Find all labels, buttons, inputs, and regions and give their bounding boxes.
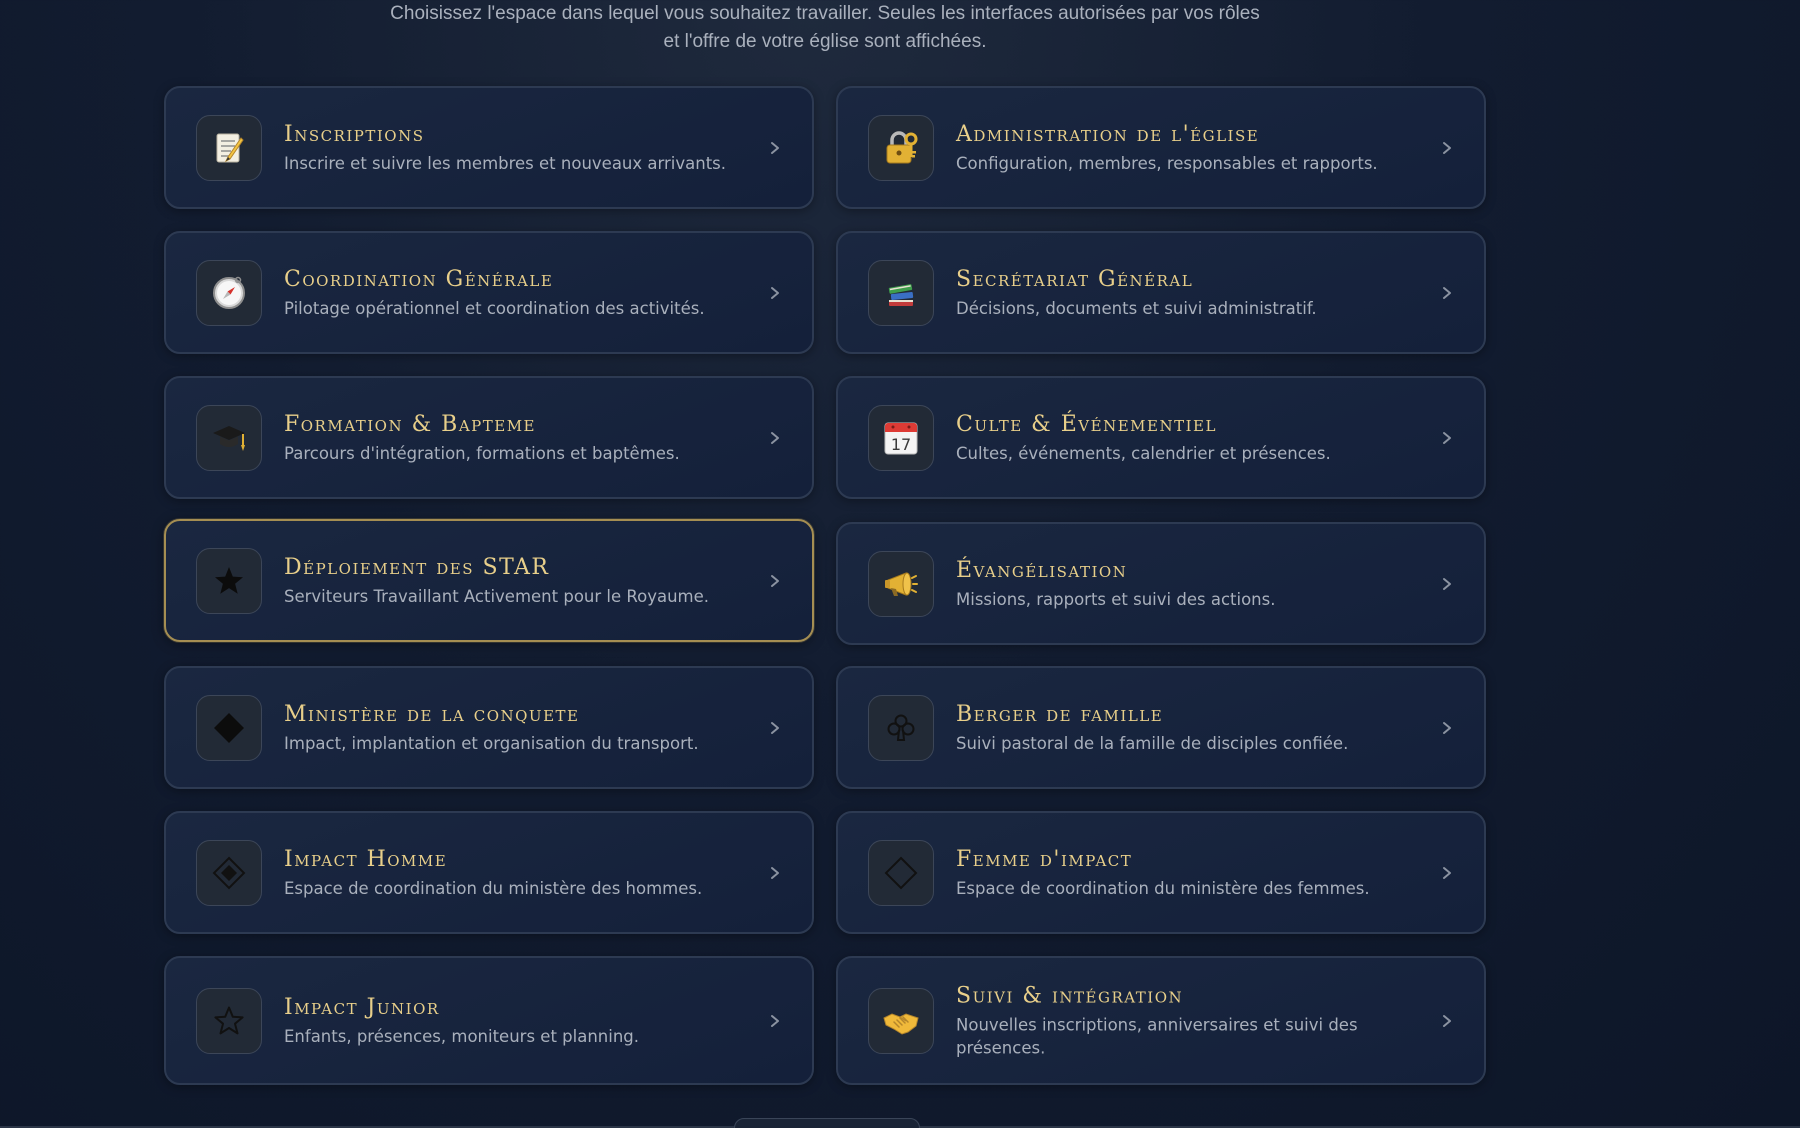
space-title: Administration de l'église	[956, 121, 1260, 147]
chevron-right-icon	[771, 866, 779, 879]
space-card-suivi-integration[interactable]: Suivi & intégration Nouvelles inscriptio…	[836, 956, 1486, 1085]
space-title: Déploiement des STAR	[284, 554, 550, 580]
chevron-right-icon	[771, 574, 779, 587]
space-description: Suivi pastoral de la famille de disciple…	[956, 733, 1349, 753]
chevron-right-icon	[1443, 141, 1451, 154]
chevron-right-icon	[1443, 721, 1451, 734]
space-title: Inscriptions	[284, 121, 425, 147]
handshake-icon	[868, 987, 934, 1054]
space-description: Cultes, événements, calendrier et présen…	[956, 443, 1331, 463]
space-description: Configuration, membres, responsables et …	[956, 153, 1378, 173]
space-card-administration[interactable]: Administration de l'église Configuration…	[836, 86, 1486, 209]
graduation-cap-icon	[196, 404, 262, 471]
space-card-culte[interactable]: 17 Culte & Événementiel Cultes, événemen…	[836, 376, 1486, 499]
space-description: Inscrire et suivre les membres et nouvea…	[284, 153, 727, 173]
space-description: Pilotage opérationnel et coordination de…	[284, 298, 705, 318]
space-card-formation[interactable]: Formation & Bapteme Parcours d'intégrati…	[164, 376, 814, 499]
space-card-inscriptions[interactable]: Inscriptions Inscrire et suivre les memb…	[164, 86, 814, 209]
space-title: Femme d'impact	[956, 846, 1133, 872]
megaphone-icon	[868, 550, 934, 617]
diamond-dot-icon	[196, 839, 262, 906]
space-card-impact-junior[interactable]: Impact Junior Enfants, présences, monite…	[164, 956, 814, 1085]
space-card-conquete[interactable]: Ministère de la conquete Impact, implant…	[164, 666, 814, 789]
bottom-panel-tab[interactable]	[734, 1118, 920, 1128]
space-title: Évangélisation	[956, 557, 1128, 583]
chevron-right-icon	[1443, 577, 1451, 590]
books-icon	[868, 259, 934, 326]
space-card-coordination[interactable]: Coordination Générale Pilotage opération…	[164, 231, 814, 354]
space-description: Parcours d'intégration, formations et ba…	[284, 443, 680, 463]
space-title: Ministère de la conquete	[284, 701, 580, 727]
lock-key-icon	[868, 114, 934, 181]
space-card-evangelisation[interactable]: Évangélisation Missions, rapports et sui…	[836, 522, 1486, 645]
club-icon	[868, 694, 934, 761]
space-description: Décisions, documents et suivi administra…	[956, 298, 1317, 318]
star-outline-icon	[196, 987, 262, 1054]
space-card-impact-homme[interactable]: Impact Homme Espace de coordination du m…	[164, 811, 814, 934]
space-title: Secrétariat Général	[956, 266, 1194, 292]
calendar-day-label: 17	[891, 435, 911, 454]
space-description: Enfants, présences, moniteurs et plannin…	[284, 1026, 639, 1046]
space-card-secretariat[interactable]: Secrétariat Général Décisions, documents…	[836, 231, 1486, 354]
space-title: Formation & Bapteme	[284, 411, 537, 437]
chevron-right-icon	[771, 1014, 779, 1027]
calendar-icon: 17	[868, 404, 934, 471]
compass-icon	[196, 259, 262, 326]
space-card-femme-impact[interactable]: Femme d'impact Espace de coordination du…	[836, 811, 1486, 934]
space-title: Impact Homme	[284, 846, 448, 872]
space-title: Coordination Générale	[284, 266, 554, 292]
chevron-right-icon	[771, 286, 779, 299]
space-card-star[interactable]: Déploiement des STAR Serviteurs Travaill…	[164, 519, 814, 642]
chevron-right-icon	[771, 141, 779, 154]
space-description: Nouvelles inscriptions, anniversaires et…	[956, 1015, 1358, 1057]
diamond-filled-icon	[196, 694, 262, 761]
space-description: Espace de coordination du ministère des …	[956, 878, 1370, 898]
chevron-right-icon	[1443, 286, 1451, 299]
star-filled-icon	[196, 547, 262, 614]
space-title: Berger de famille	[956, 701, 1164, 727]
space-description: Espace de coordination du ministère des …	[284, 878, 703, 898]
space-title: Impact Junior	[284, 994, 440, 1020]
chevron-right-icon	[771, 431, 779, 444]
diamond-outline-icon	[868, 839, 934, 906]
space-description: Impact, implantation et organisation du …	[284, 733, 699, 753]
space-description: Serviteurs Travaillant Activement pour l…	[284, 586, 710, 606]
space-card-berger[interactable]: Berger de famille Suivi pastoral de la f…	[836, 666, 1486, 789]
space-title: Suivi & intégration	[956, 983, 1184, 1008]
space-title: Culte & Événementiel	[956, 411, 1217, 437]
memo-icon	[196, 114, 262, 181]
chevron-right-icon	[1443, 1014, 1451, 1027]
chevron-right-icon	[1443, 866, 1451, 879]
intro-text: Choisissez l'espace dans lequel vous sou…	[390, 3, 1260, 52]
chevron-right-icon	[771, 721, 779, 734]
chevron-right-icon	[1443, 431, 1451, 444]
space-description: Missions, rapports et suivi des actions.	[956, 589, 1276, 609]
